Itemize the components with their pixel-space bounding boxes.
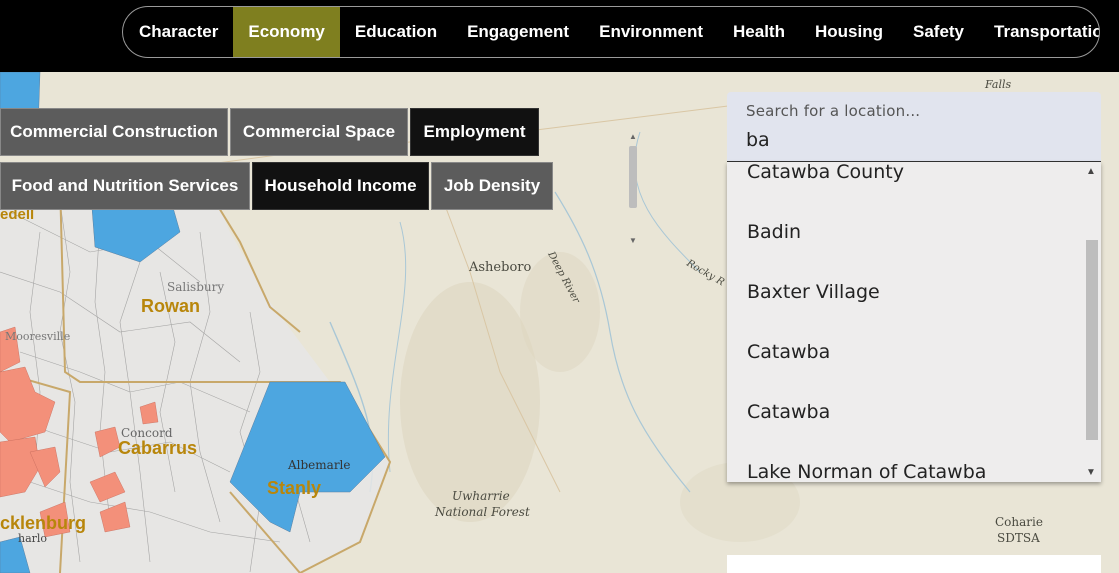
county-label-rowan: Rowan	[141, 296, 201, 316]
county-label-stanly: Stanly	[267, 478, 322, 498]
top-bar: Character Economy Education Engagement E…	[0, 0, 1119, 72]
category-nav: Character Economy Education Engagement E…	[122, 6, 1100, 58]
subcategory-panel: Commercial Construction Commercial Space…	[0, 108, 640, 248]
tab-transportation[interactable]: Transportation	[979, 7, 1099, 57]
tab-engagement[interactable]: Engagement	[452, 7, 584, 57]
map-label-asheboro: Asheboro	[469, 260, 532, 275]
chip-commercial-construction[interactable]: Commercial Construction	[0, 108, 228, 156]
map-label-national-forest: National Forest	[435, 505, 530, 519]
map-label-uwharrie: Uwharrie	[452, 489, 510, 503]
result-item[interactable]: Lake Norman of Catawba	[727, 442, 1081, 482]
chip-employment[interactable]: Employment	[410, 108, 539, 156]
result-item[interactable]: Baxter Village	[727, 262, 1081, 322]
tab-character[interactable]: Character	[124, 7, 233, 57]
search-label: Search for a location...	[746, 102, 921, 120]
info-card	[727, 555, 1101, 573]
result-item[interactable]: Catawba	[727, 322, 1081, 382]
map-label-sdtsa: SDTSA	[997, 531, 1040, 545]
scroll-down-icon[interactable]: ▼	[1086, 467, 1096, 478]
map-label-coharie: Coharie	[995, 515, 1043, 529]
chip-commercial-space[interactable]: Commercial Space	[230, 108, 408, 156]
chips-scrollbar[interactable]: ▲ ▼	[626, 132, 640, 252]
county-label-mecklenburg: cklenburg	[0, 513, 87, 533]
tab-safety[interactable]: Safety	[898, 7, 979, 57]
scroll-down-icon[interactable]: ▼	[629, 236, 637, 245]
tab-economy[interactable]: Economy	[233, 7, 340, 57]
result-item[interactable]: Badin	[727, 202, 1081, 262]
tab-environment[interactable]: Environment	[584, 7, 718, 57]
tab-education[interactable]: Education	[340, 7, 452, 57]
chip-food-and-nutrition-services[interactable]: Food and Nutrition Services	[0, 162, 250, 210]
scroll-up-icon[interactable]: ▲	[629, 132, 637, 141]
scroll-up-icon[interactable]: ▲	[1086, 166, 1096, 177]
map-label-salisbury: Salisbury	[167, 280, 225, 294]
map-label-albemarle: Albemarle	[288, 458, 351, 472]
app-root: Falls Asheboro Deep River Rocky R Salisb…	[0, 0, 1119, 573]
tab-housing[interactable]: Housing	[800, 7, 898, 57]
results-scrollbar[interactable]: ▲ ▼	[1081, 162, 1101, 482]
result-item[interactable]: Catawba County	[727, 162, 1081, 202]
chip-household-income[interactable]: Household Income	[252, 162, 429, 210]
result-item[interactable]: Catawba	[727, 382, 1081, 442]
location-search[interactable]: Search for a location...	[727, 92, 1101, 162]
chips-scroll-thumb[interactable]	[629, 146, 637, 208]
county-label-cabarrus: Cabarrus	[118, 438, 198, 458]
search-input[interactable]	[746, 126, 1076, 154]
map-label-mooresville: Mooresville	[5, 330, 71, 343]
chip-job-density[interactable]: Job Density	[431, 162, 553, 210]
map-label-falls: Falls	[985, 78, 1012, 91]
tab-health[interactable]: Health	[718, 7, 800, 57]
results-scroll-thumb[interactable]	[1086, 240, 1098, 440]
search-results-list: Catawba County Badin Baxter Village Cata…	[727, 162, 1101, 482]
